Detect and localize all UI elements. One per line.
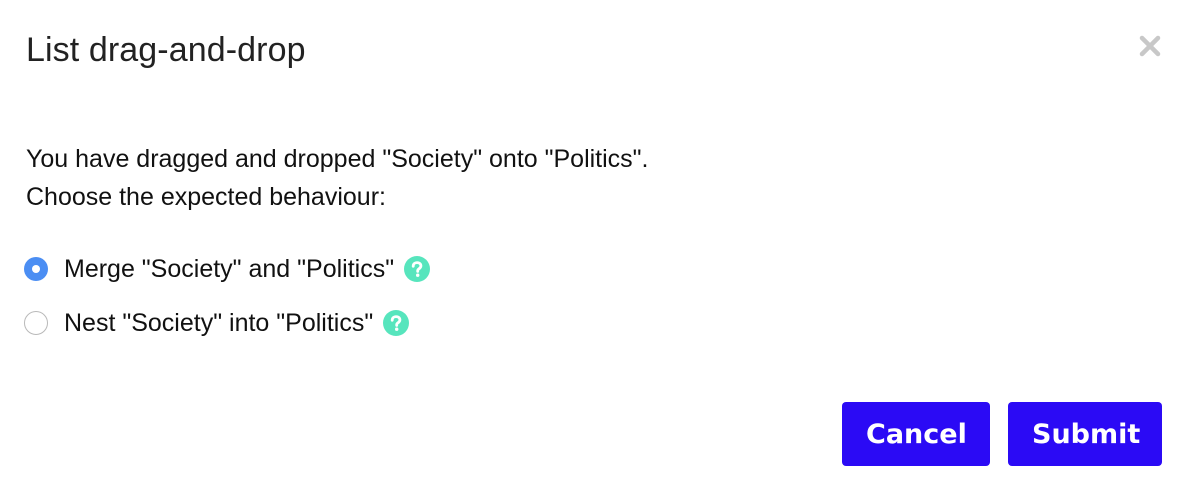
message-line-1: You have dragged and dropped "Society" o… [26, 145, 649, 173]
cancel-button[interactable]: Cancel [842, 402, 990, 466]
option-merge[interactable]: Merge "Society" and "Politics" [24, 248, 431, 290]
nest-option-label[interactable]: Nest "Society" into "Politics" [64, 308, 373, 338]
option-nest[interactable]: Nest "Society" into "Politics" [24, 302, 430, 344]
message-line-2: Choose the expected behaviour: [26, 183, 386, 211]
dialog-title: List drag-and-drop [26, 31, 306, 69]
question-circle-icon[interactable] [404, 256, 431, 282]
submit-button[interactable]: Submit [1008, 402, 1162, 466]
merge-radio[interactable] [24, 257, 48, 281]
drag-drop-dialog: List drag-and-drop You have dragged and … [0, 0, 1188, 492]
merge-option-label[interactable]: Merge "Society" and "Politics" [64, 254, 394, 284]
behaviour-options: Merge "Society" and "Politics" Nest "Soc… [24, 248, 431, 356]
dialog-footer: Cancel Submit [842, 402, 1162, 466]
close-button[interactable] [1134, 30, 1166, 58]
nest-radio[interactable] [24, 311, 48, 335]
question-circle-icon[interactable] [383, 310, 410, 336]
dialog-message: You have dragged and dropped "Society" o… [26, 140, 649, 216]
close-icon [1139, 35, 1161, 57]
